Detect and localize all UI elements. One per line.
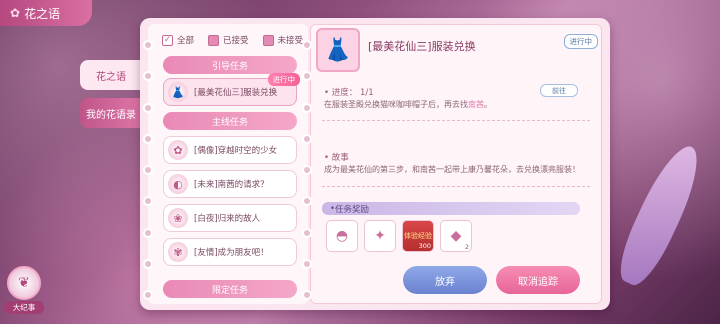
divider: [322, 120, 590, 121]
flower-icon: ❀: [168, 208, 188, 228]
reward-item[interactable]: 体验经验 300: [402, 220, 434, 252]
flower-icon: ✿: [10, 6, 21, 20]
category-limited[interactable]: 限定任务: [163, 280, 297, 298]
bow-icon: ✦: [374, 228, 386, 244]
rainbow-icon: ◐: [168, 174, 188, 194]
story-label: • 故事: [324, 153, 349, 163]
quest-item-label: [未来]南茜的请求？: [194, 180, 269, 190]
dress-icon: 👗: [168, 82, 188, 102]
flower-icon: ✿: [168, 140, 188, 160]
filter-not-accepted[interactable]: 未接受: [262, 34, 304, 46]
tab-my-records[interactable]: 我的花语录: [80, 98, 142, 128]
chronicle-label: 大纪事: [4, 301, 44, 314]
tab-flower-language[interactable]: 花之语: [80, 60, 142, 90]
abandon-button[interactable]: 放弃: [403, 266, 487, 294]
goto-button[interactable]: 前往: [540, 84, 578, 97]
divider: [322, 186, 590, 187]
checkbox-icon[interactable]: ✓: [162, 34, 173, 46]
quest-item-label: [最美花仙三]服装兑换: [194, 88, 278, 98]
filter-label: 未接受: [277, 36, 304, 46]
quest-item-selected[interactable]: 👗 [最美花仙三]服装兑换 进行中: [163, 73, 300, 106]
reward-item[interactable]: ◓: [326, 220, 358, 252]
chronicle-button[interactable]: ❦ 大纪事: [4, 266, 44, 318]
exp-icon: 体验经验: [404, 231, 432, 240]
reward-item[interactable]: ◆ 2: [440, 220, 472, 252]
progress-desc: 在服装圣殿兑换猫咪咖啡帽子后，再去找南茜。: [324, 100, 492, 109]
binder-rings: [302, 40, 316, 300]
quest-item[interactable]: ✿ [偶像]穿越时空的少女: [163, 136, 297, 164]
quest-item[interactable]: ❀ [白夜]归来的故人: [163, 204, 297, 232]
screen-title: ✿ 花之语: [0, 0, 92, 26]
story-text: 成为最美花仙的第三步，和南茜一起带上康乃馨花朵，去兑换漂亮服装！: [324, 165, 580, 174]
quest-item[interactable]: ✾ [友情]成为朋友吧！: [163, 238, 297, 266]
npc-name: 南茜: [468, 100, 484, 109]
filter-label: 已接受: [223, 36, 249, 46]
screen-title-text: 花之语: [24, 6, 61, 21]
cancel-tracking-button[interactable]: 取消追踪: [496, 266, 580, 294]
filter-all[interactable]: ✓ 全部: [162, 34, 194, 46]
status-badge: 进行中: [563, 34, 598, 49]
dress-icon: ◓: [335, 228, 349, 244]
filter-bar: ✓ 全部 已接受 未接受: [162, 34, 303, 46]
reward-header: • 任务奖励: [322, 202, 580, 215]
binder-rings: [143, 40, 157, 300]
quest-item-label: [友情]成为朋友吧！: [194, 248, 269, 258]
category-guide[interactable]: 引导任务: [163, 56, 297, 74]
quest-item[interactable]: ◐ [未来]南茜的请求？: [163, 170, 297, 198]
filter-label: 全部: [177, 36, 195, 46]
dress-icon: 👗: [316, 28, 360, 72]
checkbox-icon[interactable]: [262, 34, 274, 46]
quest-title: [最美花仙三]服装兑换: [368, 40, 476, 53]
reward-item[interactable]: ✦: [364, 220, 396, 252]
quest-item-label: [白夜]归来的故人: [194, 214, 261, 224]
category-main[interactable]: 主线任务: [163, 112, 297, 130]
quest-item-label: [偶像]穿越时空的少女: [194, 146, 278, 156]
checkbox-icon[interactable]: [208, 34, 220, 46]
book-icon: ❦: [7, 266, 41, 300]
in-progress-badge: 进行中: [267, 73, 300, 86]
filter-accepted[interactable]: 已接受: [208, 34, 249, 46]
progress-value: 1/1: [359, 88, 374, 98]
gem-icon: ◆: [450, 228, 462, 244]
progress-label: • 进度： 1/1: [324, 88, 374, 98]
flower-icon: ✾: [168, 242, 188, 262]
